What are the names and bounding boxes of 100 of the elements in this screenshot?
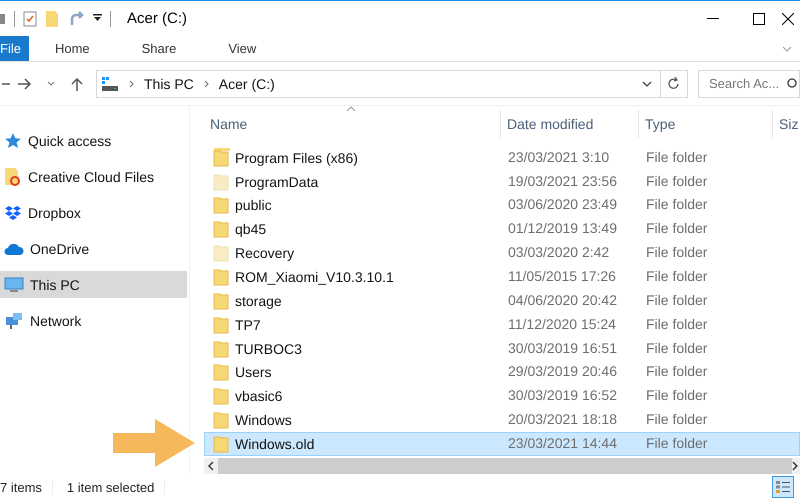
star-icon <box>4 132 22 150</box>
ribbon-tab[interactable]: View <box>212 36 272 61</box>
folder-icon <box>213 387 229 406</box>
file-type: File folder <box>646 435 708 452</box>
details-view-button[interactable] <box>772 476 794 498</box>
file-type: File folder <box>646 387 708 404</box>
column-header[interactable]: Siz <box>772 110 800 138</box>
window-title: Acer (C:) <box>127 10 188 27</box>
file-type: File folder <box>646 292 708 308</box>
file-type: File folder <box>646 172 708 189</box>
dropbox-icon <box>4 204 22 220</box>
minimize-icon <box>707 18 719 20</box>
ribbon-tab[interactable]: Home <box>38 36 106 61</box>
date-modified: 30/03/2019 16:51 <box>508 340 617 356</box>
file-name: Program Files (x86) <box>235 150 358 166</box>
file-row[interactable]: TP7 11/12/2020 15:24 File folder <box>204 312 800 337</box>
file-row[interactable]: ProgramData 19/03/2021 23:56 File folder <box>204 170 800 194</box>
column-header[interactable]: Type <box>638 110 772 138</box>
drive-icon <box>101 76 119 92</box>
file-type: File folder <box>646 244 708 260</box>
sidebar-item[interactable]: This PC <box>0 271 187 298</box>
ribbon-tab[interactable]: Share <box>126 36 192 61</box>
scroll-left-icon[interactable] <box>208 461 214 471</box>
file-name: vbasic6 <box>235 388 282 404</box>
cloud-folder-icon <box>4 166 22 186</box>
folder-icon <box>213 244 229 262</box>
date-modified: 30/03/2019 16:52 <box>508 387 617 404</box>
search-icon <box>785 78 798 90</box>
date-modified: 20/03/2021 18:18 <box>508 411 617 428</box>
date-modified: 19/03/2021 23:56 <box>508 172 617 189</box>
sidebar-item[interactable]: Dropbox <box>0 199 187 226</box>
date-modified: 11/05/2015 17:26 <box>508 268 616 284</box>
refresh-icon <box>668 77 680 90</box>
folder-icon <box>213 435 229 454</box>
network-icon <box>4 312 24 330</box>
file-type: File folder <box>646 411 708 428</box>
selection-count: 1 item selected <box>52 480 166 494</box>
sidebar-item[interactable]: Network <box>0 307 187 334</box>
chevron-right-icon[interactable] <box>129 80 134 88</box>
file-tab[interactable]: File <box>0 36 29 61</box>
file-name: Recovery <box>235 245 294 262</box>
file-name: storage <box>235 292 282 309</box>
folder-icon <box>213 172 229 191</box>
file-type: File folder <box>646 340 708 356</box>
address-bar[interactable]: This PC Acer (C:) <box>96 70 688 98</box>
scroll-right-icon[interactable] <box>792 461 798 471</box>
search-field[interactable]: Search Ac... <box>698 70 800 98</box>
file-type: File folder <box>646 316 708 332</box>
column-header[interactable]: Date modified <box>500 110 638 138</box>
file-name: Windows <box>235 412 292 428</box>
date-modified: 23/03/2021 3:10 <box>508 148 610 165</box>
file-row[interactable]: public 03/06/2020 23:49 File folder <box>204 194 800 218</box>
breadcrumb[interactable]: Acer (C:) <box>218 76 275 92</box>
file-row[interactable]: vbasic6 30/03/2019 16:52 File folder <box>204 384 800 408</box>
file-type: File folder <box>646 196 708 212</box>
file-name: ROM_Xiaomi_V10.3.10.1 <box>235 269 394 286</box>
details-view-icon <box>775 480 791 494</box>
sidebar-item[interactable]: Quick access <box>0 127 187 154</box>
file-name: Users <box>235 364 272 380</box>
file-row[interactable]: ROM_Xiaomi_V10.3.10.1 11/05/2015 17:26 File folder <box>204 265 800 289</box>
folder-icon <box>213 316 229 334</box>
chevron-down-icon <box>47 81 55 86</box>
date-modified: 03/06/2020 23:49 <box>508 196 617 212</box>
caret-icon[interactable] <box>93 14 102 23</box>
column-header[interactable]: Name <box>204 110 500 138</box>
date-modified: 29/03/2019 20:46 <box>508 363 617 380</box>
file-name: ProgramData <box>235 174 318 190</box>
file-type: File folder <box>646 268 708 284</box>
file-row[interactable]: storage 04/06/2020 20:42 File folder <box>204 288 800 313</box>
folder-icon <box>213 268 229 286</box>
file-row[interactable]: Windows.old 23/03/2021 14:44 File folder <box>204 432 800 456</box>
chevron-right-icon[interactable] <box>204 80 209 88</box>
file-row[interactable]: Windows 20/03/2021 18:18 File folder <box>204 408 800 432</box>
folder-icon <box>213 411 229 430</box>
chevron-down-icon[interactable] <box>642 80 652 86</box>
file-row[interactable]: qb45 01/12/2019 13:49 File folder <box>204 217 800 242</box>
sidebar-item[interactable]: Creative Cloud Files <box>0 163 187 190</box>
file-name: TP7 <box>235 316 261 333</box>
sidebar-item[interactable]: OneDrive <box>0 235 187 262</box>
file-row[interactable]: Users 29/03/2019 20:46 File folder <box>204 360 800 384</box>
sort-caret-icon[interactable] <box>346 106 356 112</box>
folder-icon <box>213 363 229 382</box>
folder-icon <box>213 340 229 358</box>
date-modified: 03/03/2020 2:42 <box>508 244 610 260</box>
maximize-icon <box>753 12 765 24</box>
file-row[interactable]: Program Files (x86) 23/03/2021 3:10 File folder <box>204 146 800 170</box>
folder-icon <box>213 196 229 214</box>
file-row[interactable]: TURBOC3 30/03/2019 16:51 File folder <box>204 336 800 361</box>
file-type: File folder <box>646 148 708 165</box>
file-name: TURBOC3 <box>235 340 302 357</box>
file-name: public <box>235 197 272 214</box>
breadcrumb[interactable]: This PC <box>144 76 194 92</box>
file-type: File folder <box>646 220 708 236</box>
file-name: qb45 <box>235 221 266 238</box>
file-row[interactable]: Recovery 03/03/2020 2:42 File folder <box>204 241 800 266</box>
properties-icon[interactable] <box>23 10 37 26</box>
file-type: File folder <box>646 363 708 380</box>
arrow-icon <box>113 419 195 467</box>
computer-icon <box>4 276 24 294</box>
date-modified: 23/03/2021 14:44 <box>508 435 617 452</box>
